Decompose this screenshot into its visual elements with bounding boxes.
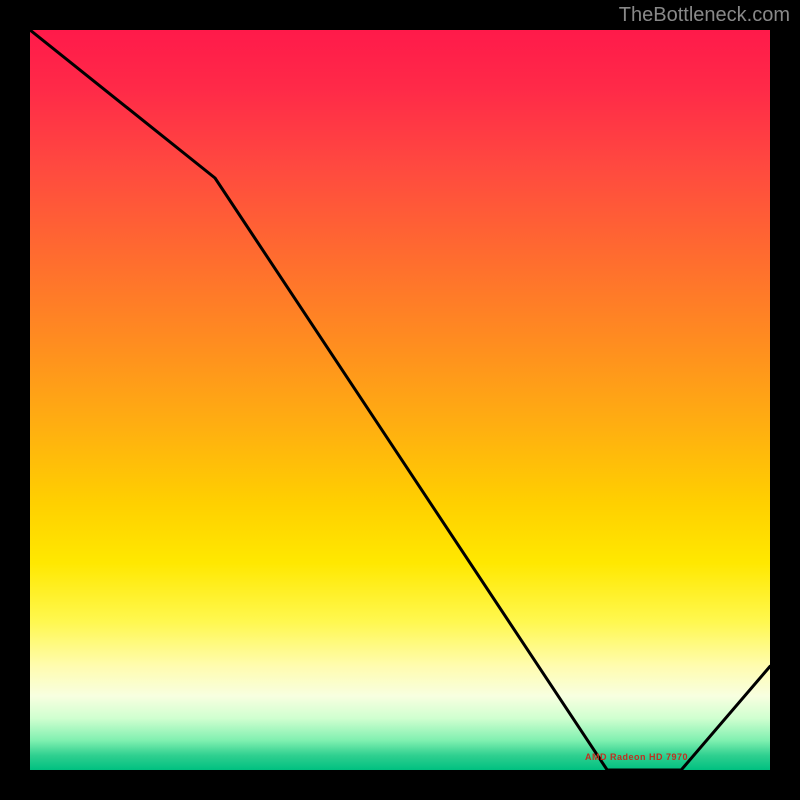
bottleneck-line <box>30 30 770 770</box>
chart-frame: AMD Radeon HD 7970 <box>30 30 770 770</box>
plot-area: AMD Radeon HD 7970 <box>30 30 770 770</box>
watermark-text: TheBottleneck.com <box>619 4 790 27</box>
